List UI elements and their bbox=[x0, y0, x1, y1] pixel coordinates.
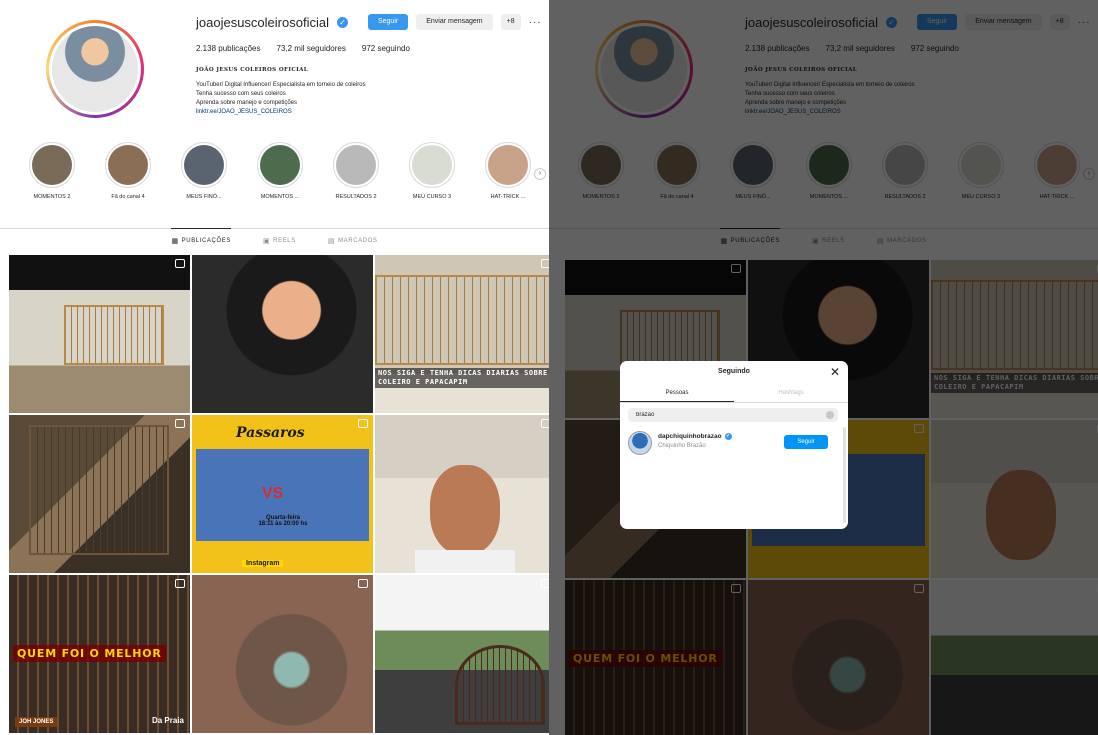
dialog-tabs: Pessoas Hashtags bbox=[620, 383, 848, 403]
highlight-label: MEU CURSO 3 bbox=[412, 194, 452, 200]
reel-icon bbox=[175, 579, 185, 588]
posts-count: 2.138 publicações bbox=[196, 44, 261, 53]
verified-icon: ✓ bbox=[336, 16, 348, 28]
post-caption-overlay: NOS SIGA E TENHA DICAS DIARIAS SOBRE COL… bbox=[375, 368, 549, 388]
post-title-text: Passaros bbox=[236, 425, 305, 441]
post-thumbnail[interactable]: Passaros VS Quarta-feira 18:11 às 20:00 … bbox=[192, 415, 373, 573]
profile-tabs: ▦PUBLICAÇÕES ▣REELS ▤MARCADOS bbox=[0, 228, 549, 252]
highlight-label: RESULTADOS 2 bbox=[335, 194, 377, 200]
tag-icon: ▤ bbox=[327, 237, 336, 245]
bio-link[interactable]: linktr.ee/JOAO_JESUS_COLEIROS bbox=[196, 108, 526, 117]
reel-icon bbox=[541, 419, 549, 428]
tab-reels[interactable]: ▣REELS bbox=[263, 229, 296, 253]
post-footer-text: Instagram bbox=[242, 560, 284, 567]
profile-avatar[interactable] bbox=[46, 20, 144, 118]
chevron-right-icon[interactable]: › bbox=[534, 168, 546, 180]
post-vs-text: VS bbox=[262, 485, 284, 502]
highlight-label: Fã do canal 4 bbox=[111, 194, 145, 200]
post-headline-text: QUEM FOI O MELHOR bbox=[13, 645, 166, 662]
search-input[interactable] bbox=[628, 408, 838, 422]
more-options-icon[interactable]: ··· bbox=[529, 17, 542, 28]
close-icon[interactable]: ✕ bbox=[830, 365, 840, 379]
post-date-text: Quarta-feira 18:11 às 20:00 hs bbox=[258, 515, 308, 527]
grid-icon: ▦ bbox=[171, 237, 179, 245]
followers-count[interactable]: 73,2 mil seguidores bbox=[277, 44, 346, 53]
highlight-item[interactable]: MOMENTOS 2 bbox=[24, 142, 80, 200]
highlight-item[interactable]: MEUS FINÓ... bbox=[176, 142, 232, 200]
reel-icon bbox=[541, 579, 549, 588]
profile-page-right: joaojesuscoleirosoficial ✓ Seguir Enviar… bbox=[549, 0, 1098, 735]
highlight-label: HAT-TRICK ... bbox=[490, 194, 526, 200]
send-message-button[interactable]: Enviar mensagem bbox=[416, 14, 493, 30]
verified-icon: ✓ bbox=[724, 433, 732, 440]
following-result-row[interactable]: dapchiquinhobrazao ✓ Chiquinho Brazão Se… bbox=[628, 430, 838, 456]
bio-line-3: Aprenda sobre manejo e competições bbox=[196, 100, 298, 106]
profile-stats: 2.138 publicações 73,2 mil seguidores 97… bbox=[196, 44, 410, 53]
result-full-name: Chiquinho Brazão bbox=[658, 443, 706, 449]
post-badge-right: Da Praia bbox=[151, 716, 184, 725]
tab-posts-label: PUBLICAÇÕES bbox=[181, 237, 231, 244]
follow-button[interactable]: Seguir bbox=[367, 14, 409, 30]
result-username[interactable]: dapchiquinhobrazao bbox=[658, 433, 722, 440]
reels-icon: ▣ bbox=[262, 237, 271, 245]
scrollbar[interactable] bbox=[843, 427, 846, 523]
highlight-item[interactable]: HAT-TRICK ... bbox=[480, 142, 536, 200]
tab-posts[interactable]: ▦PUBLICAÇÕES bbox=[171, 228, 231, 252]
post-thumbnail[interactable] bbox=[192, 255, 373, 413]
post-thumbnail[interactable] bbox=[375, 415, 549, 573]
post-thumbnail[interactable] bbox=[9, 255, 190, 413]
reel-icon bbox=[541, 259, 549, 268]
bio-line-1: YouTuber/ Digital Influencer/ Especialis… bbox=[196, 82, 366, 88]
post-thumbnail[interactable] bbox=[9, 415, 190, 573]
highlight-label: MOMENTOS ... bbox=[260, 194, 300, 200]
highlight-label: MOMENTOS 2 bbox=[33, 194, 71, 200]
following-count[interactable]: 972 seguindo bbox=[362, 44, 410, 53]
clear-search-icon[interactable] bbox=[826, 411, 834, 419]
profile-header: joaojesuscoleirosoficial ✓ Seguir Enviar… bbox=[0, 0, 549, 228]
bio-name: JOÃO JESUS COLEIROS OFICIAL bbox=[196, 67, 309, 73]
profile-bio: JOÃO JESUS COLEIROS OFICIAL YouTuber/ Di… bbox=[196, 66, 526, 117]
post-badge-left: JOH JONES bbox=[15, 717, 58, 727]
post-thumbnail[interactable]: NOS SIGA E TENHA DICAS DIARIAS SOBRE COL… bbox=[375, 255, 549, 413]
avatar[interactable] bbox=[628, 431, 652, 455]
reel-icon bbox=[175, 259, 185, 268]
story-highlights: MOMENTOS 2 Fã do canal 4 MEUS FINÓ... MO… bbox=[24, 142, 536, 200]
highlight-item[interactable]: RESULTADOS 2 bbox=[328, 142, 384, 200]
tab-tagged-label: MARCADOS bbox=[338, 237, 378, 244]
post-thumbnail[interactable]: QUEM FOI O MELHOR JOH JONES Da Praia bbox=[9, 575, 190, 733]
profile-username: joaojesuscoleirosoficial bbox=[196, 14, 329, 30]
bio-line-2: Tenha sucesso com seus coleiros bbox=[196, 91, 286, 97]
highlight-item[interactable]: MEU CURSO 3 bbox=[404, 142, 460, 200]
suggested-users-button[interactable]: +8 bbox=[500, 14, 521, 30]
reel-icon bbox=[358, 579, 368, 588]
reel-icon bbox=[358, 419, 368, 428]
tab-tagged[interactable]: ▤MARCADOS bbox=[328, 229, 378, 253]
profile-page-left: joaojesuscoleirosoficial ✓ Seguir Enviar… bbox=[0, 0, 549, 735]
post-thumbnail[interactable] bbox=[192, 575, 373, 733]
tab-hashtags[interactable]: Hashtags bbox=[734, 383, 848, 402]
highlight-label: MEUS FINÓ... bbox=[186, 194, 222, 200]
post-thumbnail[interactable] bbox=[375, 575, 549, 733]
highlight-item[interactable]: MOMENTOS ... bbox=[252, 142, 308, 200]
tab-people[interactable]: Pessoas bbox=[620, 383, 734, 402]
following-dialog: Seguindo ✕ Pessoas Hashtags dapchiquinho… bbox=[620, 361, 848, 529]
dialog-title: Seguindo bbox=[718, 368, 750, 375]
highlight-item[interactable]: Fã do canal 4 bbox=[100, 142, 156, 200]
tab-reels-label: REELS bbox=[273, 237, 296, 244]
follow-button[interactable]: Seguir bbox=[784, 435, 828, 449]
posts-grid: NOS SIGA E TENHA DICAS DIARIAS SOBRE COL… bbox=[9, 255, 549, 733]
reel-icon bbox=[175, 419, 185, 428]
